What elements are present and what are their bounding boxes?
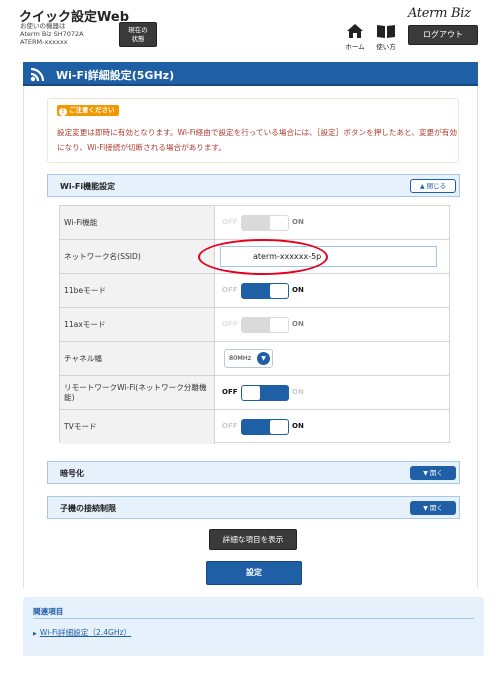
expand-button[interactable]: ▼ 開く <box>410 501 456 515</box>
expand-button[interactable]: ▼ 開く <box>410 466 456 480</box>
triangle-right-icon: ▶ <box>33 631 37 637</box>
row-tv-mode: TVモード OFF ON <box>60 410 449 444</box>
home-button[interactable]: ホーム <box>343 24 367 51</box>
row-label: 11beモード <box>60 274 215 307</box>
row-channel-width: チャネル幅 80MHz ▼ <box>60 342 449 376</box>
header: クイック設定Web お使いの機器は Aterm Biz SH7072A ATER… <box>0 0 500 58</box>
section-label: 暗号化 <box>60 469 84 478</box>
guide-button[interactable]: 使い方 <box>373 24 399 51</box>
chevron-down-icon: ▼ <box>257 352 270 365</box>
exclamation-icon: ! <box>59 108 67 116</box>
logout-button[interactable]: ログアウト <box>408 25 478 45</box>
chevron-up-icon: ▲ <box>419 183 425 190</box>
row-label: リモートワークWi-Fi(ネットワーク分離機能) <box>60 376 215 409</box>
current-status-button[interactable]: 現在の 状態 <box>119 22 157 47</box>
related-link-wifi-2-4ghz[interactable]: ▶ Wi-Fi詳細設定（2.4GHz） <box>33 627 131 638</box>
row-label: TVモード <box>60 410 215 444</box>
wifi-function-switch[interactable]: OFF ON <box>222 215 342 231</box>
home-label: ホーム <box>345 43 365 51</box>
row-label: チャネル幅 <box>60 342 215 375</box>
guide-label: 使い方 <box>376 43 396 51</box>
highlight-circle <box>198 239 328 275</box>
tv-mode-switch[interactable]: OFF ON <box>222 419 342 435</box>
device-model: Aterm Biz SH7072A <box>20 30 84 38</box>
row-11ax-mode: 11axモード OFF ON <box>60 308 449 342</box>
page-title-bar: Wi-Fi詳細設定(5GHz) <box>23 62 478 86</box>
section-access-limit: 子機の接続制限 ▼ 開く <box>47 496 460 519</box>
notice-box: ! ご注意ください 設定変更は即時に有効となります。Wi-Fi経由で設定を行ってい… <box>47 98 459 163</box>
section-label: Wi-Fi機能設定 <box>60 182 116 191</box>
wifi-icon <box>30 67 45 82</box>
channel-width-select[interactable]: 80MHz ▼ <box>224 349 273 368</box>
device-id: ATERM-xxxxxx <box>20 38 68 46</box>
show-details-button[interactable]: 詳細な項目を表示 <box>209 529 297 550</box>
chevron-down-icon: ▼ <box>423 505 428 512</box>
apply-button[interactable]: 設定 <box>206 561 302 585</box>
row-label: 11axモード <box>60 308 215 341</box>
11ax-mode-switch[interactable]: OFF ON <box>222 317 342 333</box>
home-icon <box>347 24 363 38</box>
book-icon <box>377 25 395 38</box>
related-heading: 関連項目 <box>33 607 64 616</box>
section-label: 子機の接続制限 <box>60 504 116 513</box>
row-label: Wi-Fi機能 <box>60 206 215 239</box>
page-title: Wi-Fi詳細設定(5GHz) <box>56 69 175 82</box>
device-label: お使いの機器は <box>20 22 66 30</box>
related-links-panel: 関連項目 ▶ Wi-Fi詳細設定（2.4GHz） <box>23 597 484 656</box>
section-wifi-function: Wi-Fi機能設定 ▲ 閉じる <box>47 174 460 197</box>
notice-badge: ! ご注意ください <box>57 105 119 116</box>
row-remote-network: リモートワークWi-Fi(ネットワーク分離機能) OFF ON <box>60 376 449 410</box>
row-wifi-function: Wi-Fi機能 OFF ON <box>60 206 449 240</box>
11be-mode-switch[interactable]: OFF ON <box>222 283 342 299</box>
remote-network-switch[interactable]: OFF ON <box>222 385 342 401</box>
notice-text: 設定変更は即時に有効となります。Wi-Fi経由で設定を行っている場合には、［設定… <box>57 128 457 152</box>
row-label: ネットワーク名(SSID) <box>60 240 215 273</box>
collapse-button[interactable]: ▲ 閉じる <box>410 179 456 193</box>
chevron-down-icon: ▼ <box>423 470 428 477</box>
divider <box>33 618 474 619</box>
section-encryption: 暗号化 ▼ 開く <box>47 461 460 484</box>
row-11be-mode: 11beモード OFF ON <box>60 274 449 308</box>
device-info: お使いの機器は Aterm Biz SH7072A ATERM-xxxxxx <box>20 22 84 46</box>
brand-logo: Aterm Biz <box>408 6 471 21</box>
